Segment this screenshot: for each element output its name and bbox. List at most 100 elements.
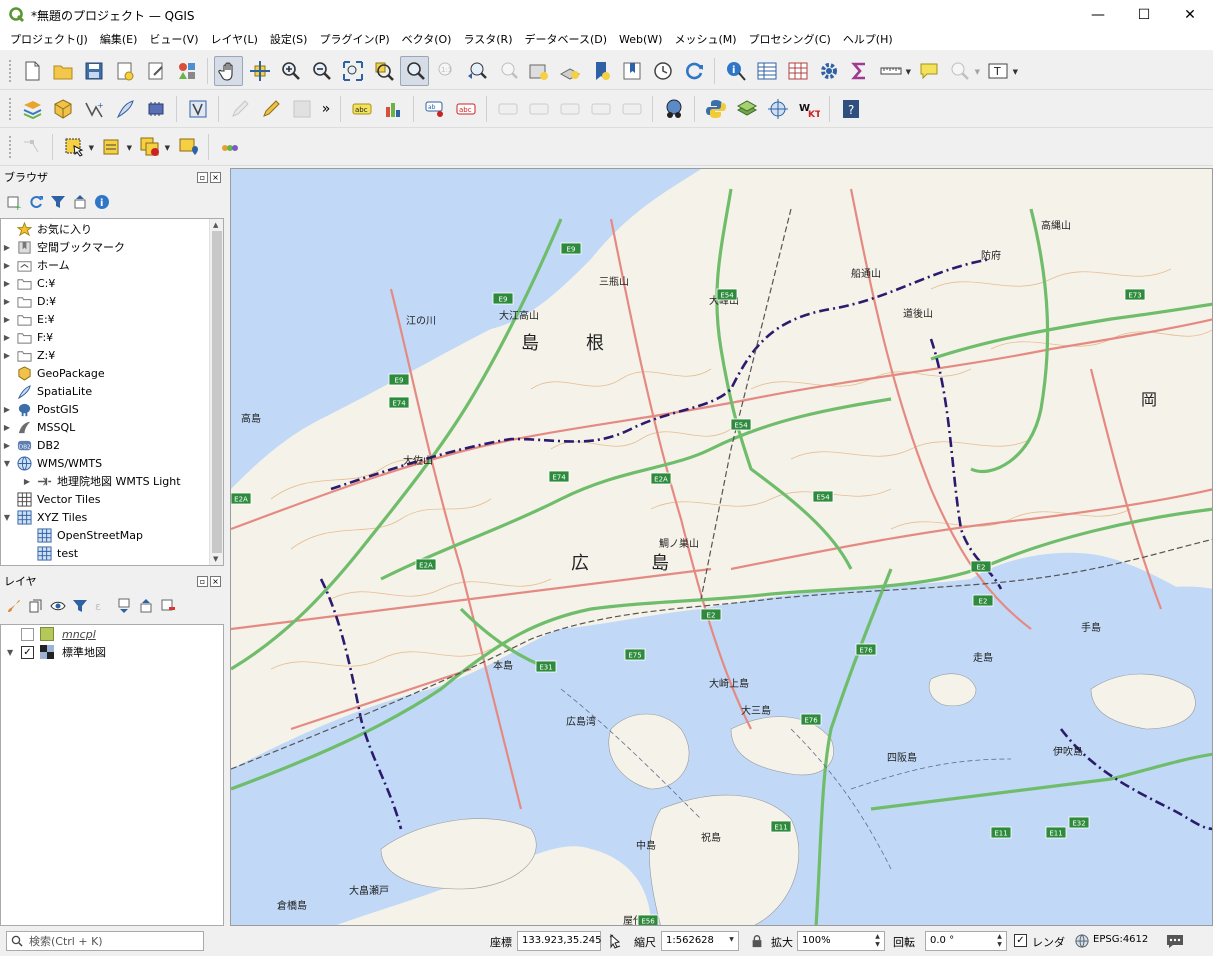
menu-view[interactable]: ビュー(V)	[143, 30, 204, 50]
data-source-manager-button[interactable]	[17, 94, 46, 124]
map-canvas[interactable]: 島根広島岡大江高山 三瓶山 大峰山 江の川 高島 大佐山 船通山 道後山 鯛ノ巣山 大崎上島 大三島…	[230, 168, 1213, 926]
browser-item-vector-tiles[interactable]: Vector Tiles	[1, 490, 101, 508]
highlight-labels-button[interactable]: abc	[451, 94, 480, 124]
new-temporary-layer-button[interactable]	[110, 94, 139, 124]
toolbar-overflow-button[interactable]: »	[318, 94, 334, 124]
refresh-button[interactable]	[679, 56, 708, 86]
zoom-out-button[interactable]	[307, 56, 336, 86]
menu-settings[interactable]: 設定(S)	[264, 30, 314, 50]
map-tips-button[interactable]	[914, 56, 943, 86]
zoom-next-button[interactable]	[493, 56, 522, 86]
field-calculator-button[interactable]	[783, 56, 812, 86]
zoom-full-button[interactable]	[338, 56, 367, 86]
deselect-features-button[interactable]: ▼	[135, 132, 170, 162]
select-by-value-button[interactable]: ▼	[97, 132, 132, 162]
browser-item-drive-f[interactable]: ▶ F:¥	[1, 328, 53, 346]
browser-float-button[interactable]: ▫	[197, 172, 208, 183]
browser-item-openstreetmap[interactable]: OpenStreetMap	[21, 526, 143, 544]
style-manager-button[interactable]	[172, 56, 201, 86]
toolbar-grip[interactable]	[8, 58, 12, 83]
new-bookmark-button[interactable]	[586, 56, 615, 86]
browser-item-spatialite[interactable]: SpatiaLite	[1, 382, 92, 400]
layers-close-button[interactable]: ×	[210, 576, 221, 587]
crs-label[interactable]: EPSG:4612	[1093, 934, 1148, 945]
browser-properties-button[interactable]: i	[94, 194, 110, 210]
layer-visibility-checkbox[interactable]	[21, 627, 34, 641]
layout-manager-button[interactable]	[141, 56, 170, 86]
zoom-to-layer-button[interactable]	[400, 55, 429, 86]
digitize-with-segment-button[interactable]	[183, 94, 212, 124]
show-bookmarks-button[interactable]	[617, 56, 646, 86]
zoom-last-button[interactable]	[462, 56, 491, 86]
browser-item-drive-d[interactable]: ▶ D:¥	[1, 292, 56, 310]
scroll-down-arrow[interactable]: ▼	[213, 555, 218, 563]
georeferencer-button[interactable]	[763, 94, 792, 124]
move-label-button[interactable]	[493, 94, 522, 124]
save-project-button[interactable]	[79, 56, 108, 86]
browser-item-mssql[interactable]: ▶ MSSQL	[1, 418, 75, 436]
menu-project[interactable]: プロジェクト(J)	[4, 30, 94, 50]
browser-refresh-button[interactable]	[28, 194, 44, 210]
browser-item-test[interactable]: test	[21, 544, 78, 562]
browser-scroll-thumb[interactable]	[212, 231, 222, 553]
current-edits-button[interactable]	[225, 94, 254, 124]
close-button[interactable]: ✕	[1167, 0, 1213, 30]
magnifier-spinbox[interactable]: 100% ▲ ▼	[797, 931, 885, 951]
measure-button[interactable]: ▼	[876, 56, 911, 86]
color-ramp-button[interactable]	[215, 132, 244, 162]
collapse-all-button[interactable]	[138, 598, 154, 614]
layers-float-button[interactable]: ▫	[197, 576, 208, 587]
scale-combobox[interactable]: 1:562628 ▼	[661, 931, 739, 951]
layer-row-standard-map[interactable]: ▼ ✓ 標準地図	[7, 643, 106, 661]
show-hide-labels-button[interactable]	[524, 94, 553, 124]
quickosm-button[interactable]	[659, 94, 688, 124]
layer-visibility-checkbox[interactable]: ✓	[21, 645, 34, 659]
pan-to-selection-button[interactable]	[245, 56, 274, 86]
menu-layer[interactable]: レイヤ(L)	[204, 30, 263, 50]
expand-arrow[interactable]: ▼	[7, 648, 21, 657]
zoom-in-button[interactable]	[276, 56, 305, 86]
pin-labels-button[interactable]: ab	[420, 94, 449, 124]
browser-item-xyz-tiles[interactable]: ▼ XYZ Tiles	[1, 508, 87, 526]
browser-item-wms-wmts[interactable]: ▼ WMS/WMTS	[1, 454, 102, 472]
render-checkbox[interactable]: ✓	[1014, 934, 1027, 947]
menu-vector[interactable]: ベクタ(O)	[396, 30, 458, 50]
select-features-button[interactable]: ▼	[59, 132, 94, 162]
new-project-button[interactable]	[17, 56, 46, 86]
layer-row-mncpl[interactable]: mncpl	[7, 625, 96, 643]
rotate-label-button[interactable]	[555, 94, 584, 124]
label-options-button[interactable]	[617, 94, 646, 124]
browser-close-button[interactable]: ×	[210, 172, 221, 183]
maximize-button[interactable]: ☐	[1121, 0, 1167, 30]
toggle-editing-button[interactable]	[256, 94, 285, 124]
processing-toolbox-button[interactable]	[814, 56, 843, 86]
menu-mesh[interactable]: メッシュ(M)	[668, 30, 742, 50]
browser-scrollbar[interactable]: ▲ ▼	[209, 219, 223, 565]
new-geopackage-layer-button[interactable]	[48, 94, 77, 124]
zoom-native-resolution-button[interactable]: 1:1	[431, 56, 460, 86]
menu-edit[interactable]: 編集(E)	[94, 30, 144, 50]
coordinate-field[interactable]: 133.923,35.245	[517, 931, 602, 951]
layer-styling-button[interactable]	[732, 94, 761, 124]
browser-filter-button[interactable]	[50, 194, 66, 210]
rotation-spinbox[interactable]: 0.0 ° ▲ ▼	[925, 931, 1007, 951]
menu-plugins[interactable]: プラグイン(P)	[313, 30, 395, 50]
mouse-cursor-toggle-icon[interactable]	[607, 933, 623, 949]
expand-all-button[interactable]	[116, 598, 132, 614]
vertex-tool-button[interactable]	[17, 132, 46, 162]
new-virtual-layer-button[interactable]	[141, 94, 170, 124]
add-layer-button[interactable]: +	[6, 194, 22, 210]
remove-layer-button[interactable]	[160, 598, 176, 614]
open-project-button[interactable]	[48, 56, 77, 86]
new-3d-view-button[interactable]	[555, 56, 584, 86]
toolbar-grip[interactable]	[8, 96, 12, 121]
browser-item-favorites[interactable]: お気に入り	[1, 220, 92, 238]
browser-item-geopackage[interactable]: GeoPackage	[1, 364, 105, 382]
layer-diagram-button[interactable]	[378, 94, 407, 124]
new-map-view-button[interactable]	[524, 56, 553, 86]
add-group-button[interactable]	[28, 598, 44, 614]
manage-visibility-button[interactable]	[50, 598, 66, 614]
locator-search-input[interactable]: 検索(Ctrl + K)	[6, 931, 204, 951]
help-button[interactable]: ?	[836, 94, 865, 124]
messages-icon[interactable]	[1166, 933, 1184, 949]
